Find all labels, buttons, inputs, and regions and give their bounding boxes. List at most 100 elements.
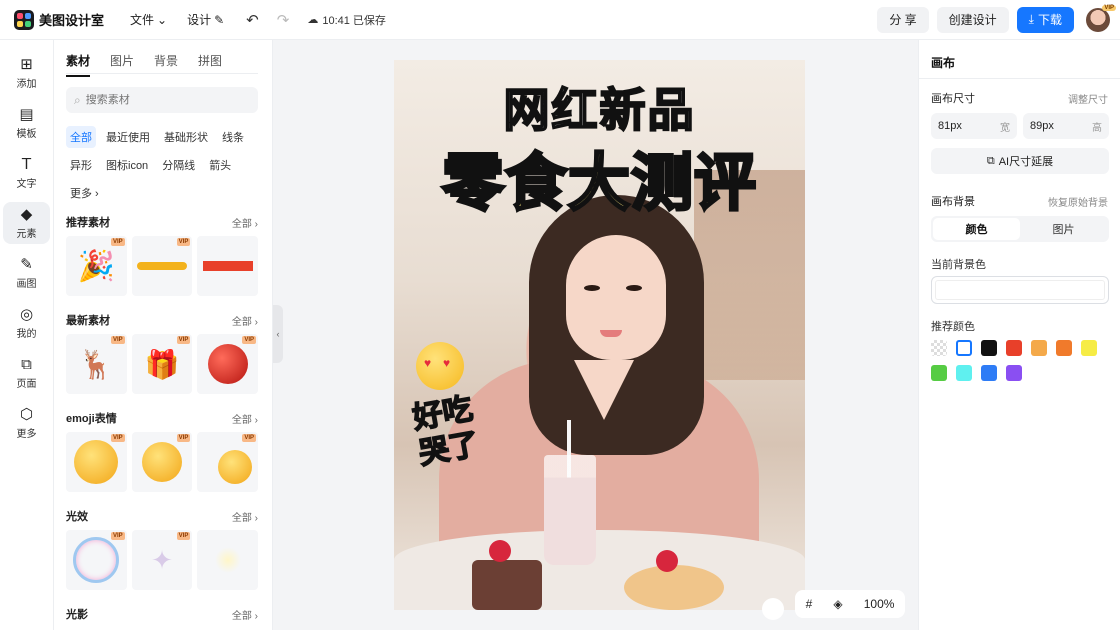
heart-eyes-emoji[interactable]: ♥ ♥ [416, 342, 464, 390]
section-light-effects: 光效 全部 › VIP ✦ VIP [66, 508, 259, 590]
canvas-title-line2[interactable]: 零食大测评 [394, 132, 805, 222]
chip-all[interactable]: 全部 [66, 126, 96, 148]
shapes-icon: ◆ [20, 205, 33, 223]
canvas-title-line1[interactable]: 网红新品 [394, 74, 805, 140]
swatch-red[interactable] [1006, 340, 1022, 356]
asset-thumb-checklist-emoji[interactable]: VIP [197, 432, 259, 492]
download-button[interactable]: ⤓ 下载 [1016, 6, 1074, 33]
swatch-green[interactable] [931, 365, 947, 381]
bg-tab-image[interactable]: 图片 [1020, 218, 1107, 240]
asset-thumb-shocked-emoji[interactable]: VIP [66, 432, 127, 492]
layers-icon[interactable]: ◈ [833, 597, 842, 611]
photo-chocolate-cake [472, 560, 542, 610]
asset-thumb-brush-stroke[interactable]: VIP [131, 236, 193, 296]
section-all-link[interactable]: 全部 › [232, 313, 258, 328]
cloud-icon: ☁ [307, 14, 319, 26]
rail-label: 页面 [16, 378, 37, 390]
rail-item-mine[interactable]: ◎ 我的 [3, 302, 50, 344]
zoom-level[interactable]: 100% [864, 597, 895, 611]
canvas-side-text[interactable]: 好吃 哭了 [409, 391, 482, 473]
chip-irregular[interactable]: 异形 [66, 154, 96, 176]
checklist-emoji-icon [217, 450, 252, 484]
adjust-size-link[interactable]: 调整尺寸 [1068, 91, 1108, 106]
chip-recent[interactable]: 最近使用 [102, 126, 154, 148]
all-label: 全部 [231, 218, 252, 230]
swatch-black[interactable] [981, 340, 997, 356]
asset-thumb-bubble[interactable]: VIP [66, 530, 127, 590]
search-input[interactable] [85, 94, 246, 106]
section-light-shadow: 光影 全部 › [66, 606, 258, 622]
avatar[interactable]: VIP [1086, 4, 1116, 32]
photo-strawberry [656, 550, 678, 572]
asset-thumb-glow[interactable] [197, 530, 259, 590]
vip-badge: VIP [111, 532, 125, 540]
width-field[interactable]: 81px 宽 [931, 113, 1017, 139]
rail-item-elements[interactable]: ◆ 元素 [3, 202, 50, 244]
panel-title: 画布 [931, 56, 956, 70]
swatch-yellow[interactable] [1081, 340, 1097, 356]
section-all-link[interactable]: 全部 › [232, 509, 258, 524]
asset-thumb-party-popper[interactable]: 🎉 VIP [66, 236, 127, 296]
rail-item-add[interactable]: ⊞ 添加 [3, 52, 50, 94]
assets-panel: 素材 图片 背景 拼图 ⌕ 全部 最近使用 基础形状 线条 异形 图标icon … [54, 40, 273, 630]
section-title: 光影 [66, 609, 88, 621]
grid-icon[interactable]: # [806, 597, 813, 611]
photo-milk-glass [544, 455, 596, 565]
chip-arrows[interactable]: 箭头 [205, 154, 235, 176]
section-all-link[interactable]: 全部 › [232, 411, 258, 426]
undo-icon[interactable]: ↶ [246, 11, 259, 29]
section-all-link[interactable]: 全部 › [232, 607, 258, 622]
ai-resize-button[interactable]: ⧉ AI尺寸延展 [931, 148, 1109, 174]
restore-bg-link[interactable]: 恢复原始背景 [1048, 194, 1108, 209]
vip-badge: VIP [176, 336, 191, 344]
ai-resize-label: AI尺寸延展 [998, 156, 1054, 168]
all-label: 全部 [231, 414, 252, 426]
chip-lines[interactable]: 线条 [218, 126, 248, 148]
section-newest: 最新素材 全部 › 🦌 VIP 🎁 VIP VIP [66, 312, 259, 394]
plus-square-icon: ⊞ [20, 55, 33, 73]
rail-label: 添加 [16, 78, 37, 90]
swatch-blue[interactable] [981, 365, 997, 381]
swatch-light-orange[interactable] [1031, 340, 1047, 356]
search-box[interactable]: ⌕ [66, 87, 258, 113]
props-divider [919, 78, 1120, 79]
photo-neckline [574, 360, 634, 420]
design-menu[interactable]: 设计 ✎ [187, 11, 224, 28]
section-all-link[interactable]: 全部 › [232, 215, 258, 230]
collapse-panel-handle[interactable]: ‹ [273, 305, 283, 363]
asset-thumb-red-bar[interactable] [197, 236, 259, 296]
download-label: 下载 [1037, 13, 1062, 27]
create-design-button[interactable]: 创建设计 [936, 6, 1009, 33]
share-button[interactable]: 分 享 [877, 6, 929, 33]
rail-item-text[interactable]: Ｔ 文字 [3, 152, 50, 194]
rail-item-pages[interactable]: ⧉ 页面 [3, 352, 50, 394]
current-bg-color-input[interactable] [931, 276, 1109, 304]
redo-icon[interactable]: ↷ [277, 11, 290, 29]
asset-thumb-reindeer[interactable]: 🦌 VIP [66, 334, 127, 394]
app-logo[interactable]: 美图设计室 [14, 9, 104, 30]
chip-more[interactable]: 更多 › [66, 182, 103, 204]
chip-dividers[interactable]: 分隔线 [158, 154, 199, 176]
swatch-orange[interactable] [1056, 340, 1072, 356]
asset-thumb-apple[interactable]: VIP [197, 334, 259, 394]
file-menu[interactable]: 文件 ⌄ [130, 11, 167, 28]
party-popper-icon: 🎉 [77, 249, 116, 283]
asset-thumb-thinking-emoji[interactable]: VIP [131, 432, 193, 492]
chip-basic-shapes[interactable]: 基础形状 [160, 126, 212, 148]
design-canvas[interactable]: 网红新品 零食大测评 ♥ ♥ 好吃 哭了 [394, 60, 805, 610]
help-button[interactable] [762, 598, 784, 620]
canvas-bg-label: 画布背景 [931, 196, 975, 208]
rail-item-draw[interactable]: ✎ 画图 [3, 252, 50, 294]
bg-tab-color[interactable]: 颜色 [933, 218, 1020, 240]
height-field[interactable]: 89px 高 [1023, 113, 1109, 139]
swatch-cyan[interactable] [956, 365, 972, 381]
top-bar: 美图设计室 文件 ⌄ 设计 ✎ ↶ ↷ ☁ 10:41 已保存 分 享 创建设计… [0, 0, 1120, 40]
swatch-white[interactable] [956, 340, 972, 356]
rail-item-more[interactable]: ⬡ 更多 [3, 402, 50, 444]
asset-thumb-gift[interactable]: 🎁 VIP [131, 334, 193, 394]
swatch-transparent[interactable] [931, 340, 947, 356]
asset-thumb-sparkle[interactable]: ✦ VIP [131, 530, 193, 590]
rail-item-templates[interactable]: ▤ 模板 [3, 102, 50, 144]
chip-icons[interactable]: 图标icon [102, 154, 152, 176]
swatch-purple[interactable] [1006, 365, 1022, 381]
